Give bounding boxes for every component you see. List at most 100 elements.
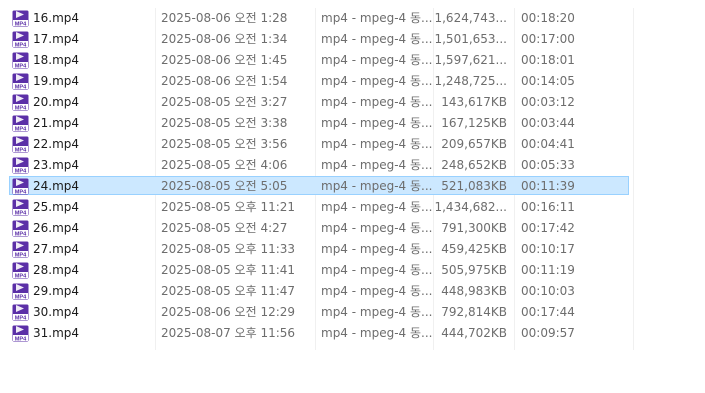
mp4-file-icon: MP4	[12, 73, 29, 90]
svg-text:MP4: MP4	[15, 189, 27, 195]
file-name[interactable]: 25.mp4	[33, 197, 79, 218]
file-type: mp4 - mpeg-4 동...	[321, 32, 433, 46]
file-size: 248,652KB	[441, 158, 507, 172]
file-size: 792,814KB	[441, 305, 507, 319]
file-name[interactable]: 17.mp4	[33, 29, 79, 50]
mp4-file-icon: MP4	[12, 10, 29, 27]
file-name[interactable]: 29.mp4	[33, 281, 79, 302]
svg-text:MP4: MP4	[15, 42, 27, 48]
mp4-file-icon: MP4	[12, 220, 29, 237]
file-duration: 00:11:39	[521, 179, 575, 193]
mp4-file-icon: MP4	[12, 31, 29, 48]
file-size: 1,434,682...	[434, 200, 507, 214]
file-type: mp4 - mpeg-4 동...	[321, 221, 433, 235]
file-duration: 00:17:00	[521, 32, 575, 46]
file-name[interactable]: 16.mp4	[33, 8, 79, 29]
file-date-modified: 2025-08-05 오전 3:38	[161, 116, 288, 130]
file-name[interactable]: 24.mp4	[33, 176, 79, 197]
file-row[interactable]: MP4 29.mp4 2025-08-05 오후 11:47 mp4 - mpe…	[0, 281, 705, 302]
file-duration: 00:16:11	[521, 200, 575, 214]
svg-text:MP4: MP4	[15, 168, 27, 174]
file-list: MP4 16.mp4 2025-08-06 오전 1:28 mp4 - mpeg…	[0, 8, 705, 350]
file-duration: 00:10:03	[521, 284, 575, 298]
file-row[interactable]: MP4 28.mp4 2025-08-05 오후 11:41 mp4 - mpe…	[0, 260, 705, 281]
file-row[interactable]: MP4 31.mp4 2025-08-07 오후 11:56 mp4 - mpe…	[0, 323, 705, 344]
file-size: 791,300KB	[441, 221, 507, 235]
file-date-modified: 2025-08-05 오전 4:27	[161, 221, 288, 235]
file-type: mp4 - mpeg-4 동...	[321, 305, 433, 319]
file-type: mp4 - mpeg-4 동...	[321, 263, 433, 277]
file-name[interactable]: 21.mp4	[33, 113, 79, 134]
svg-text:MP4: MP4	[15, 84, 27, 90]
file-row[interactable]: MP4 18.mp4 2025-08-06 오전 1:45 mp4 - mpeg…	[0, 50, 705, 71]
file-row[interactable]: MP4 21.mp4 2025-08-05 오전 3:38 mp4 - mpeg…	[0, 113, 705, 134]
mp4-file-icon: MP4	[12, 178, 29, 195]
file-duration: 00:10:17	[521, 242, 575, 256]
file-row[interactable]: MP4 26.mp4 2025-08-05 오전 4:27 mp4 - mpeg…	[0, 218, 705, 239]
mp4-file-icon: MP4	[12, 262, 29, 279]
file-type: mp4 - mpeg-4 동...	[321, 326, 433, 340]
file-date-modified: 2025-08-05 오후 11:33	[161, 242, 296, 256]
file-name[interactable]: 23.mp4	[33, 155, 79, 176]
file-size: 1,501,653...	[434, 32, 507, 46]
file-size: 1,597,621...	[434, 53, 507, 67]
svg-text:MP4: MP4	[15, 105, 27, 111]
svg-text:MP4: MP4	[15, 336, 27, 342]
file-date-modified: 2025-08-05 오후 11:21	[161, 200, 296, 214]
file-type: mp4 - mpeg-4 동...	[321, 95, 433, 109]
file-duration: 00:03:44	[521, 116, 575, 130]
svg-text:MP4: MP4	[15, 294, 27, 300]
file-name[interactable]: 31.mp4	[33, 323, 79, 344]
mp4-file-icon: MP4	[12, 157, 29, 174]
file-date-modified: 2025-08-06 오전 1:28	[161, 11, 288, 25]
file-type: mp4 - mpeg-4 동...	[321, 137, 433, 151]
file-date-modified: 2025-08-06 오전 1:45	[161, 53, 288, 67]
file-type: mp4 - mpeg-4 동...	[321, 11, 433, 25]
file-name[interactable]: 28.mp4	[33, 260, 79, 281]
svg-text:MP4: MP4	[15, 252, 27, 258]
file-name[interactable]: 19.mp4	[33, 71, 79, 92]
file-date-modified: 2025-08-05 오전 5:05	[161, 179, 288, 193]
file-duration: 00:17:44	[521, 305, 575, 319]
file-name[interactable]: 22.mp4	[33, 134, 79, 155]
file-duration: 00:05:33	[521, 158, 575, 172]
file-duration: 00:18:20	[521, 11, 575, 25]
file-name[interactable]: 18.mp4	[33, 50, 79, 71]
file-date-modified: 2025-08-05 오후 11:47	[161, 284, 296, 298]
mp4-file-icon: MP4	[12, 325, 29, 342]
file-row[interactable]: MP4 22.mp4 2025-08-05 오전 3:56 mp4 - mpeg…	[0, 134, 705, 155]
file-row[interactable]: MP4 17.mp4 2025-08-06 오전 1:34 mp4 - mpeg…	[0, 29, 705, 50]
file-row[interactable]: MP4 30.mp4 2025-08-06 오전 12:29 mp4 - mpe…	[0, 302, 705, 323]
file-row[interactable]: MP4 23.mp4 2025-08-05 오전 4:06 mp4 - mpeg…	[0, 155, 705, 176]
file-row[interactable]: MP4 19.mp4 2025-08-06 오전 1:54 mp4 - mpeg…	[0, 71, 705, 92]
file-row[interactable]: MP4 27.mp4 2025-08-05 오후 11:33 mp4 - mpe…	[0, 239, 705, 260]
file-size: 1,248,725...	[434, 74, 507, 88]
file-date-modified: 2025-08-05 오후 11:41	[161, 263, 296, 277]
file-name[interactable]: 20.mp4	[33, 92, 79, 113]
mp4-file-icon: MP4	[12, 115, 29, 132]
file-type: mp4 - mpeg-4 동...	[321, 179, 433, 193]
file-name[interactable]: 30.mp4	[33, 302, 79, 323]
file-duration: 00:11:19	[521, 263, 575, 277]
file-type: mp4 - mpeg-4 동...	[321, 116, 433, 130]
file-size: 444,702KB	[441, 326, 507, 340]
file-row[interactable]: MP4 20.mp4 2025-08-05 오전 3:27 mp4 - mpeg…	[0, 92, 705, 113]
svg-text:MP4: MP4	[15, 126, 27, 132]
file-size: 448,983KB	[441, 284, 507, 298]
mp4-file-icon: MP4	[12, 241, 29, 258]
mp4-file-icon: MP4	[12, 94, 29, 111]
file-size: 1,624,743...	[434, 11, 507, 25]
file-row[interactable]: MP4 25.mp4 2025-08-05 오후 11:21 mp4 - mpe…	[0, 197, 705, 218]
file-type: mp4 - mpeg-4 동...	[321, 242, 433, 256]
file-duration: 00:17:42	[521, 221, 575, 235]
file-row[interactable]: MP4 24.mp4 2025-08-05 오전 5:05 mp4 - mpeg…	[0, 176, 705, 197]
file-duration: 00:18:01	[521, 53, 575, 67]
mp4-file-icon: MP4	[12, 136, 29, 153]
svg-text:MP4: MP4	[15, 273, 27, 279]
file-name[interactable]: 26.mp4	[33, 218, 79, 239]
file-name[interactable]: 27.mp4	[33, 239, 79, 260]
file-duration: 00:04:41	[521, 137, 575, 151]
file-size: 143,617KB	[441, 95, 507, 109]
file-type: mp4 - mpeg-4 동...	[321, 53, 433, 67]
file-row[interactable]: MP4 16.mp4 2025-08-06 오전 1:28 mp4 - mpeg…	[0, 8, 705, 29]
